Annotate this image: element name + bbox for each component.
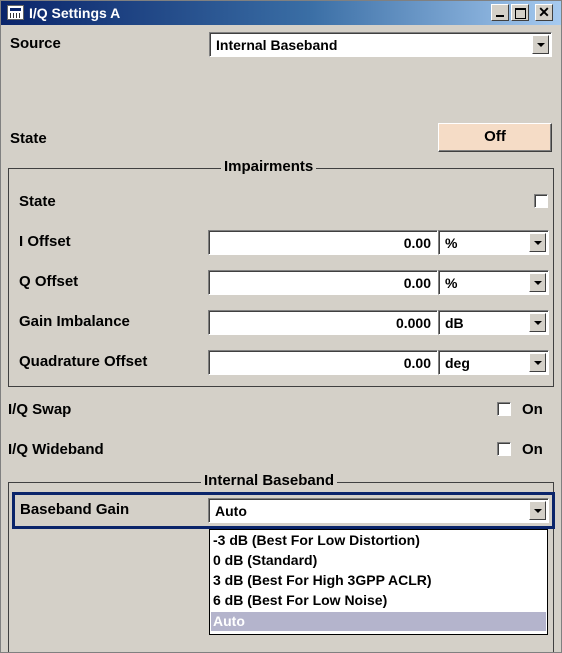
gain-imbalance-field[interactable]: 0.000 [208,310,438,335]
quadrature-offset-value: 0.00 [403,355,431,371]
state-toggle-button[interactable]: Off [438,123,552,152]
option-0db[interactable]: 0 dB (Standard) [211,551,546,570]
iq-settings-window: I/Q Settings A ✕ Source Internal Baseban… [0,0,562,653]
quadrature-offset-field[interactable]: 0.00 [208,350,438,375]
maximize-button[interactable] [511,4,529,21]
gain-imbalance-value: 0.000 [395,315,431,331]
option-6db[interactable]: 6 dB (Best For Low Noise) [211,591,546,610]
i-offset-unit-combo[interactable]: % [438,230,549,255]
quadrature-offset-label: Quadrature Offset [19,353,148,370]
chevron-down-icon[interactable] [529,273,546,292]
quadrature-offset-unit: deg [445,355,470,371]
baseband-gain-dropdown-list[interactable]: -3 dB (Best For Low Distortion) 0 dB (St… [209,529,548,635]
q-offset-unit: % [445,275,458,291]
q-offset-field[interactable]: 0.00 [208,270,438,295]
source-label: Source [10,35,61,52]
internal-baseband-group-title: Internal Baseband [201,472,338,490]
iq-wideband-label: I/Q Wideband [8,441,104,458]
q-offset-label: Q Offset [19,273,79,290]
window-title: I/Q Settings A [29,5,121,21]
impairments-group-title: Impairments [221,158,317,176]
i-offset-value: 0.00 [403,235,431,251]
gain-imbalance-unit-combo[interactable]: dB [438,310,549,335]
iq-wideband-on-label: On [522,441,543,458]
option-3db[interactable]: 3 dB (Best For High 3GPP ACLR) [211,571,546,590]
q-offset-value: 0.00 [403,275,431,291]
iq-swap-label: I/Q Swap [8,401,72,418]
chevron-down-icon[interactable] [529,501,546,520]
iq-wideband-checkbox[interactable] [497,442,511,456]
title-bar[interactable]: I/Q Settings A ✕ [1,1,561,25]
source-value: Internal Baseband [216,37,338,53]
q-offset-unit-combo[interactable]: % [438,270,549,295]
baseband-gain-label: Baseband Gain [20,501,130,518]
app-icon [7,5,24,20]
i-offset-label: I Offset [19,233,71,250]
iq-swap-checkbox[interactable] [497,402,511,416]
state-label: State [10,130,47,147]
baseband-gain-combo[interactable]: Auto [208,498,549,523]
option-auto[interactable]: Auto [211,612,546,631]
option-minus3db[interactable]: -3 dB (Best For Low Distortion) [211,531,546,550]
chevron-down-icon[interactable] [532,35,549,54]
impairments-state-label: State [19,193,56,210]
gain-imbalance-unit: dB [445,315,464,331]
minimize-button[interactable] [491,4,509,21]
baseband-gain-value: Auto [215,503,247,519]
close-button[interactable]: ✕ [535,4,553,21]
chevron-down-icon[interactable] [529,353,546,372]
quadrature-offset-unit-combo[interactable]: deg [438,350,549,375]
chevron-down-icon[interactable] [529,313,546,332]
iq-swap-on-label: On [522,401,543,418]
close-icon: ✕ [538,4,550,20]
gain-imbalance-label: Gain Imbalance [19,313,130,330]
chevron-down-icon[interactable] [529,233,546,252]
i-offset-unit: % [445,235,458,251]
impairments-state-checkbox[interactable] [534,194,548,208]
i-offset-field[interactable]: 0.00 [208,230,438,255]
source-combo[interactable]: Internal Baseband [209,32,552,57]
